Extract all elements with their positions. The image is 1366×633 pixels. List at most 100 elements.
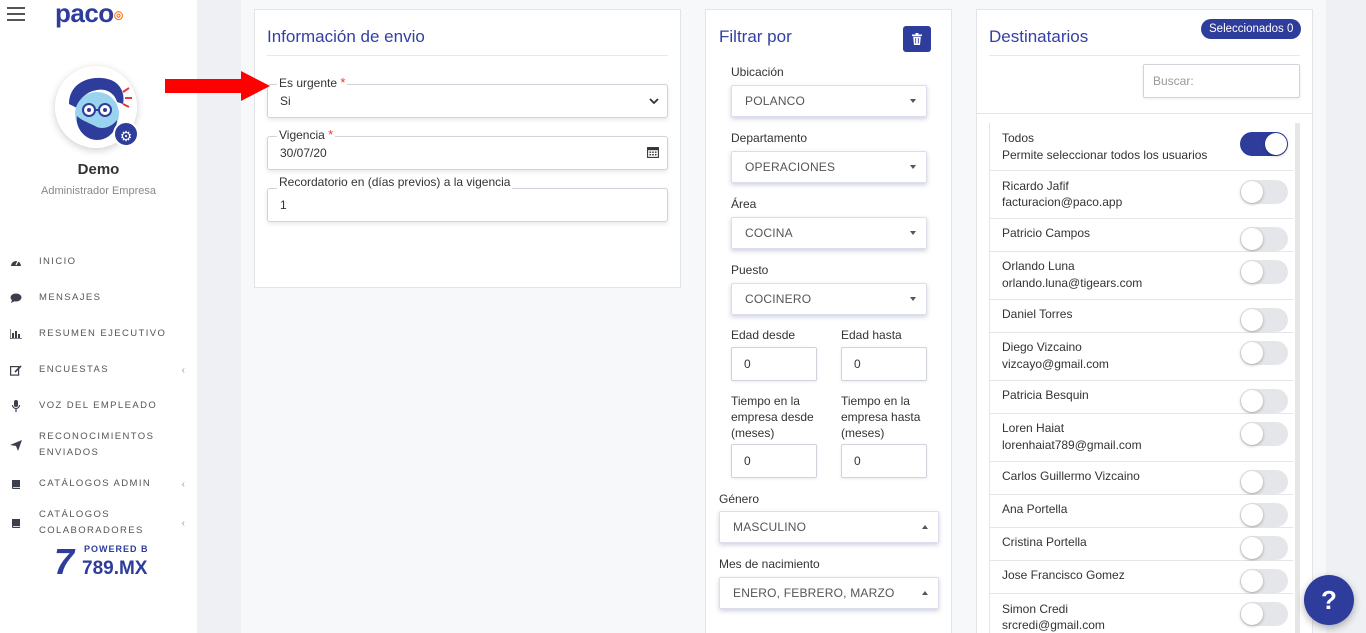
help-button[interactable]: ? bbox=[1304, 575, 1354, 625]
list-item: Patricia Besquin bbox=[990, 381, 1293, 414]
mes-nacimiento-select[interactable]: ENERO, FEBRERO, MARZO bbox=[719, 577, 939, 609]
list-item: Jose Francisco Gomez bbox=[990, 561, 1293, 594]
departamento-select[interactable]: OPERACIONES bbox=[731, 151, 927, 183]
recipient-name: Ricardo Jafif bbox=[1002, 179, 1069, 193]
edad-hasta-field[interactable]: 0 bbox=[841, 347, 927, 381]
caret-down-icon bbox=[910, 231, 916, 235]
chat-icon bbox=[9, 291, 23, 305]
select-toggle[interactable] bbox=[1240, 569, 1288, 593]
tiempo-desde-field[interactable]: 0 bbox=[731, 444, 817, 478]
recipient-name: Loren Haiat bbox=[1002, 421, 1065, 435]
list-item: Loren Haiat lorenhaiat789@gmail.com bbox=[990, 414, 1293, 462]
gear-icon[interactable]: ⚙ bbox=[113, 121, 139, 147]
select-toggle[interactable] bbox=[1240, 132, 1288, 156]
sidebar-item-label: MENSAJES bbox=[39, 292, 102, 303]
sidebar-item-label: CATÁLOGOS ADMIN bbox=[39, 478, 152, 489]
powered-by-text: POWERED BY bbox=[84, 544, 147, 554]
recordatorio-field[interactable]: 1 bbox=[267, 188, 668, 222]
list-item: Daniel Torres bbox=[990, 300, 1293, 333]
sidebar-item-reconocimientos-enviados[interactable]: RECONOCIMIENTOS ENVIADOS bbox=[0, 424, 197, 466]
user-role: Administrador Empresa bbox=[41, 185, 156, 197]
ubicacion-select[interactable]: POLANCO bbox=[731, 85, 927, 117]
list-item: Carlos Guillermo Vizcaino bbox=[990, 462, 1293, 495]
divider bbox=[267, 55, 668, 56]
select-toggle[interactable] bbox=[1240, 536, 1288, 560]
area-select[interactable]: COCINA bbox=[731, 217, 927, 249]
caret-down-icon bbox=[910, 297, 916, 301]
puesto-label: Puesto bbox=[731, 263, 769, 277]
recipient-name: Jose Francisco Gomez bbox=[1002, 568, 1125, 582]
select-toggle[interactable] bbox=[1240, 503, 1288, 527]
edad-hasta-label: Edad hasta bbox=[841, 328, 902, 342]
recipient-name: Patricio Campos bbox=[1002, 226, 1091, 240]
sidebar-item-voz-del-empleado[interactable]: VOZ DEL EMPLEADO bbox=[0, 388, 197, 424]
select-toggle[interactable] bbox=[1240, 308, 1288, 332]
clear-filters-button[interactable] bbox=[903, 26, 931, 52]
user-name: Demo bbox=[77, 161, 120, 178]
list-item: Orlando Luna orlando.luna@tigears.com bbox=[990, 252, 1293, 300]
puesto-select[interactable]: COCINERO bbox=[731, 283, 927, 315]
caret-down-icon bbox=[910, 99, 916, 103]
list-item: Simon Credi srcredi@gmail.com bbox=[990, 594, 1293, 633]
edad-desde-label: Edad desde bbox=[731, 328, 796, 342]
tiempo-hasta-field[interactable]: 0 bbox=[841, 444, 927, 478]
sidebar-item-resumen-ejecutivo[interactable]: RESUMEN EJECUTIVO bbox=[0, 316, 197, 352]
app-logo[interactable]: paco◎ bbox=[55, 0, 123, 29]
recipient-name: Orlando Luna bbox=[1002, 259, 1075, 273]
select-toggle[interactable] bbox=[1240, 180, 1288, 204]
select-toggle[interactable] bbox=[1240, 389, 1288, 413]
annotation-arrow-icon bbox=[165, 71, 270, 101]
divider bbox=[989, 55, 1300, 56]
list-item: Cristina Portella bbox=[990, 528, 1293, 561]
list-item: Todos Permite seleccionar todos los usua… bbox=[990, 123, 1293, 171]
envio-title: Información de envio bbox=[267, 27, 425, 46]
sidebar-item-catalogos-colaboradores[interactable]: CATÁLOGOS COLABORADORES ‹ bbox=[0, 502, 197, 544]
departamento-label: Departamento bbox=[731, 131, 808, 145]
select-toggle[interactable] bbox=[1240, 422, 1288, 446]
edad-desde-field[interactable]: 0 bbox=[731, 347, 817, 381]
select-toggle[interactable] bbox=[1240, 470, 1288, 494]
vigencia-label: Vigencia * bbox=[277, 127, 336, 142]
chevron-left-icon: ‹ bbox=[181, 364, 185, 376]
powered-brand-text: 789.MX bbox=[82, 558, 147, 579]
sidebar-item-label: RECONOCIMIENTOS ENVIADOS bbox=[39, 431, 155, 458]
caret-up-icon bbox=[922, 591, 928, 595]
select-toggle[interactable] bbox=[1240, 227, 1288, 251]
edit-icon bbox=[9, 363, 23, 377]
sidebar-item-label: VOZ DEL EMPLEADO bbox=[39, 400, 158, 411]
recordatorio-label: Recordatorio en (días previos) a la vige… bbox=[277, 175, 513, 189]
urgente-label: Es urgente * bbox=[277, 75, 348, 90]
select-toggle[interactable] bbox=[1240, 260, 1288, 284]
sidebar-item-label: ENCUESTAS bbox=[39, 364, 109, 375]
select-toggle[interactable] bbox=[1240, 341, 1288, 365]
recipient-name: Todos bbox=[1002, 131, 1035, 145]
book-icon bbox=[9, 516, 23, 530]
sidebar-item-label: RESUMEN EJECUTIVO bbox=[39, 328, 167, 339]
recipient-name: Diego Vizcaino bbox=[1002, 340, 1082, 354]
sidebar-item-encuestas[interactable]: ENCUESTAS ‹ bbox=[0, 352, 197, 388]
menu-icon[interactable] bbox=[7, 7, 25, 21]
tiempo-hasta-label: Tiempo en la empresa hasta (meses) bbox=[841, 394, 921, 440]
sidebar-item-mensajes[interactable]: MENSAJES bbox=[0, 280, 197, 316]
dashboard-icon bbox=[9, 255, 23, 269]
recipient-name: Carlos Guillermo Vizcaino bbox=[1002, 469, 1140, 483]
sidebar-item-label: CATÁLOGOS COLABORADORES bbox=[39, 509, 144, 536]
sidebar-item-catalogos-admin[interactable]: CATÁLOGOS ADMIN ‹ bbox=[0, 466, 197, 502]
select-toggle[interactable] bbox=[1240, 602, 1288, 626]
ubicacion-label: Ubicación bbox=[731, 65, 784, 79]
powered-by-logo: 7 POWERED BY 789.MX bbox=[52, 541, 155, 582]
recipient-sub: lorenhaiat789@gmail.com bbox=[1002, 438, 1142, 452]
recipient-name: Ana Portella bbox=[1002, 502, 1068, 516]
chevron-left-icon: ‹ bbox=[181, 478, 185, 490]
sidebar-item-inicio[interactable]: INICIO bbox=[0, 244, 197, 280]
recipient-sub: orlando.luna@tigears.com bbox=[1002, 276, 1143, 290]
list-item: Ana Portella bbox=[990, 495, 1293, 528]
scrollbar[interactable] bbox=[1295, 123, 1300, 633]
book-icon bbox=[9, 477, 23, 491]
search-input[interactable]: Buscar: bbox=[1143, 64, 1300, 98]
genero-select[interactable]: MASCULINO bbox=[719, 511, 939, 543]
genero-label: Género bbox=[719, 492, 760, 506]
recipient-sub: vizcayo@gmail.com bbox=[1002, 357, 1109, 371]
calendar-icon[interactable] bbox=[647, 146, 659, 161]
list-item: Patricio Campos bbox=[990, 219, 1293, 252]
